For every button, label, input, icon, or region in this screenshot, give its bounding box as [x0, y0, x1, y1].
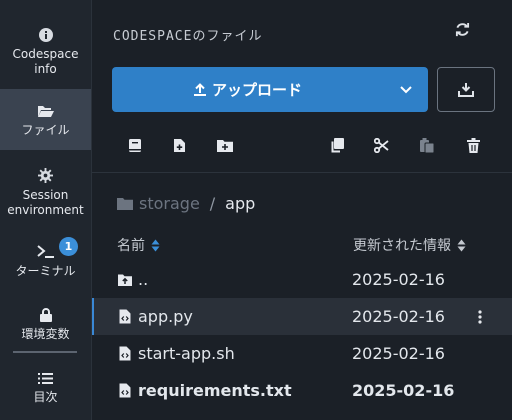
download-button[interactable]	[437, 67, 495, 112]
sidebar-item-label: 環境変数	[21, 327, 70, 341]
terminal-icon	[36, 243, 56, 261]
sidebar-item-label: 目次	[33, 390, 58, 404]
folder-icon	[117, 198, 133, 210]
code-file-icon	[118, 382, 132, 399]
sidebar-divider	[13, 351, 77, 353]
column-header-label: 名前	[117, 238, 145, 254]
toolbar-paste-button[interactable]	[416, 134, 438, 156]
upload-icon	[193, 83, 206, 96]
sidebar-item-label: ターミナル	[15, 264, 76, 278]
file-name: app.py	[138, 307, 193, 326]
scissors-icon	[373, 137, 389, 153]
file-name: requirements.txt	[138, 381, 292, 400]
breadcrumb-current: app	[225, 194, 256, 213]
file-row[interactable]: start-app.sh 2025-02-16	[92, 335, 512, 372]
file-date: 2025-02-16	[352, 344, 445, 363]
trash-icon	[466, 137, 480, 153]
toolbar-copy-button[interactable]	[326, 134, 348, 156]
toolbar-delete-button[interactable]	[462, 134, 484, 156]
divider	[92, 172, 512, 173]
column-header-label: 更新された情報	[353, 238, 451, 254]
upload-dropdown-button[interactable]	[384, 67, 428, 112]
more-options-button[interactable]	[474, 307, 486, 327]
file-manager-app: Codespace info ファイル Session environment …	[0, 0, 512, 420]
upload-button[interactable]: アップロード	[112, 67, 384, 112]
notification-badge: 1	[59, 237, 78, 256]
sort-icon	[151, 239, 160, 251]
clipboard-icon	[420, 137, 434, 153]
toolbar-new-folder-button[interactable]	[214, 134, 236, 156]
toolbar-cut-button[interactable]	[370, 134, 392, 156]
sidebar-item-toc[interactable]: 目次	[0, 364, 91, 410]
file-row[interactable]: requirements.txt 2025-02-16	[92, 372, 512, 409]
refresh-button[interactable]	[451, 18, 473, 40]
file-row[interactable]: .. 2025-02-16	[92, 261, 512, 298]
kebab-menu-icon	[478, 310, 482, 324]
toolbar-new-notebook-button[interactable]	[124, 134, 146, 156]
gear-icon	[38, 167, 53, 185]
refresh-icon	[455, 22, 469, 36]
breadcrumb-separator: /	[209, 194, 216, 213]
breadcrumb-root[interactable]: storage	[117, 194, 200, 213]
file-name: start-app.sh	[138, 344, 235, 363]
list-icon	[38, 369, 53, 387]
sidebar: Codespace info ファイル Session environment …	[0, 0, 92, 420]
copy-icon	[331, 137, 344, 152]
code-file-icon	[118, 345, 132, 362]
info-icon	[38, 26, 53, 44]
book-icon	[129, 138, 141, 152]
column-header-date[interactable]: 更新された情報	[353, 235, 466, 255]
file-date: 2025-02-16	[352, 270, 445, 289]
sidebar-item-session-environment[interactable]: Session environment	[0, 160, 91, 224]
folder-up-icon	[118, 271, 132, 288]
breadcrumb: storage / app	[117, 194, 255, 213]
sidebar-item-env-vars[interactable]: 環境変数	[0, 300, 91, 348]
sidebar-item-codespace-info[interactable]: Codespace info	[0, 18, 91, 84]
file-date: 2025-02-16	[352, 381, 455, 400]
folder-open-icon	[37, 102, 54, 120]
chevron-down-icon	[400, 85, 412, 93]
folder-plus-icon	[217, 139, 233, 152]
main-panel: CODESPACEのファイル アップロード storage / app 名前 更…	[92, 0, 512, 420]
sidebar-item-label: ファイル	[21, 122, 70, 137]
sidebar-item-files[interactable]: ファイル	[0, 89, 91, 150]
upload-split-button: アップロード	[112, 67, 428, 112]
toolbar-new-file-button[interactable]	[168, 134, 190, 156]
breadcrumb-root-label: storage	[139, 194, 200, 213]
sort-icon	[457, 239, 466, 251]
upload-label: アップロード	[211, 81, 302, 99]
sidebar-item-label: Codespace info	[12, 46, 79, 76]
column-header-name[interactable]: 名前	[117, 235, 160, 255]
file-date: 2025-02-16	[352, 307, 445, 326]
file-plus-icon	[173, 138, 185, 152]
sidebar-item-label: Session environment	[7, 187, 84, 217]
page-title: CODESPACEのファイル	[113, 29, 263, 44]
download-icon	[458, 83, 474, 97]
lock-icon	[39, 306, 52, 324]
file-name: ..	[138, 270, 149, 289]
file-row[interactable]: app.py 2025-02-16	[92, 298, 512, 335]
code-file-icon	[118, 308, 132, 325]
